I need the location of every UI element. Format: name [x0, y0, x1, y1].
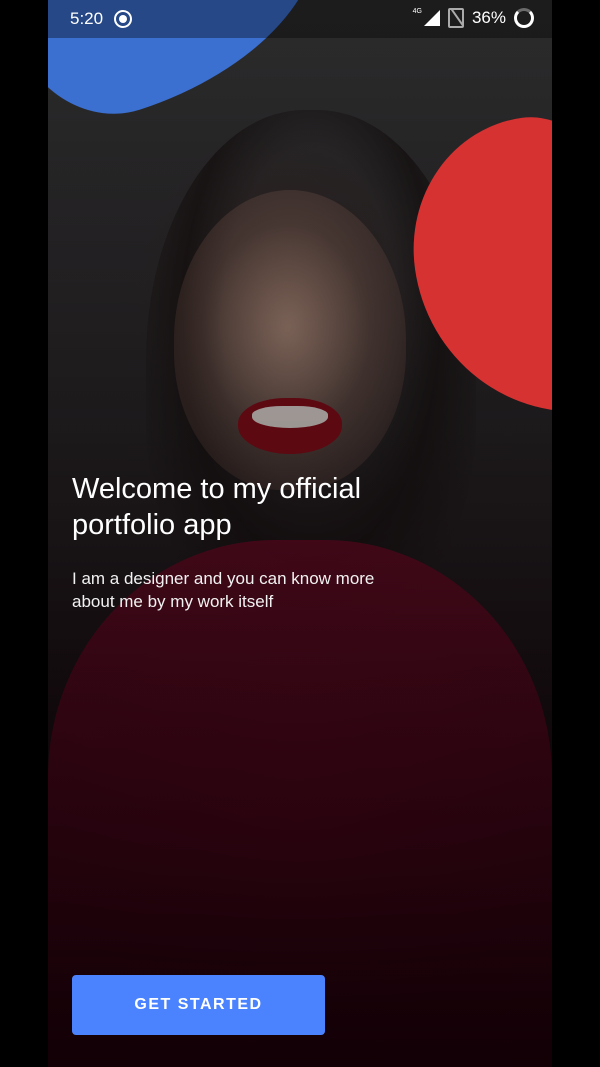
- battery-icon: [514, 8, 534, 28]
- battery-percent: 36%: [471, 8, 506, 27]
- network-type: 4G: [412, 7, 422, 15]
- welcome-title: Welcome to my official portfolio app: [72, 473, 362, 541]
- status-indicators: 4G 36%: [413, 8, 534, 28]
- get-started-button[interactable]: GET STARTED: [72, 975, 325, 1035]
- welcome-subtitle: I am a designer and you can know more ab…: [72, 569, 375, 611]
- device-frame: 5:20 4G 36% Welcome to my official portf…: [0, 0, 600, 1067]
- signal-icon: [423, 10, 440, 26]
- screen-record-icon: [114, 10, 132, 28]
- onboarding-screen: 5:20 4G 36% Welcome to my official portf…: [48, 0, 552, 1067]
- status-bar: 5:20 4G 36%: [48, 0, 552, 38]
- status-time: 5:20: [70, 9, 104, 28]
- no-sim-icon: [447, 8, 464, 28]
